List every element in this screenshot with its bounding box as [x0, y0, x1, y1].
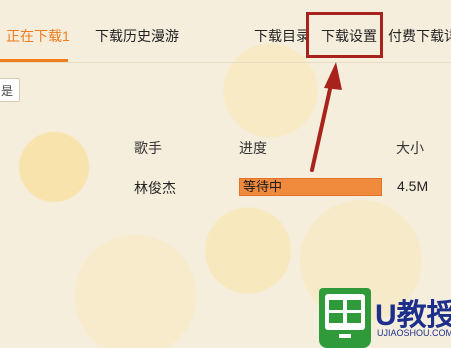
watermark-badge-icon	[319, 288, 371, 348]
watermark-logo: U教授 UJIAOSHOU.COM	[319, 288, 451, 348]
download-manager-window: 正在下载1 下载历史漫游 下载目录 下载设置 付费下载详 是 歌手 进度 大小 …	[0, 0, 451, 348]
watermark-url: UJIAOSHOU.COM	[377, 328, 451, 338]
